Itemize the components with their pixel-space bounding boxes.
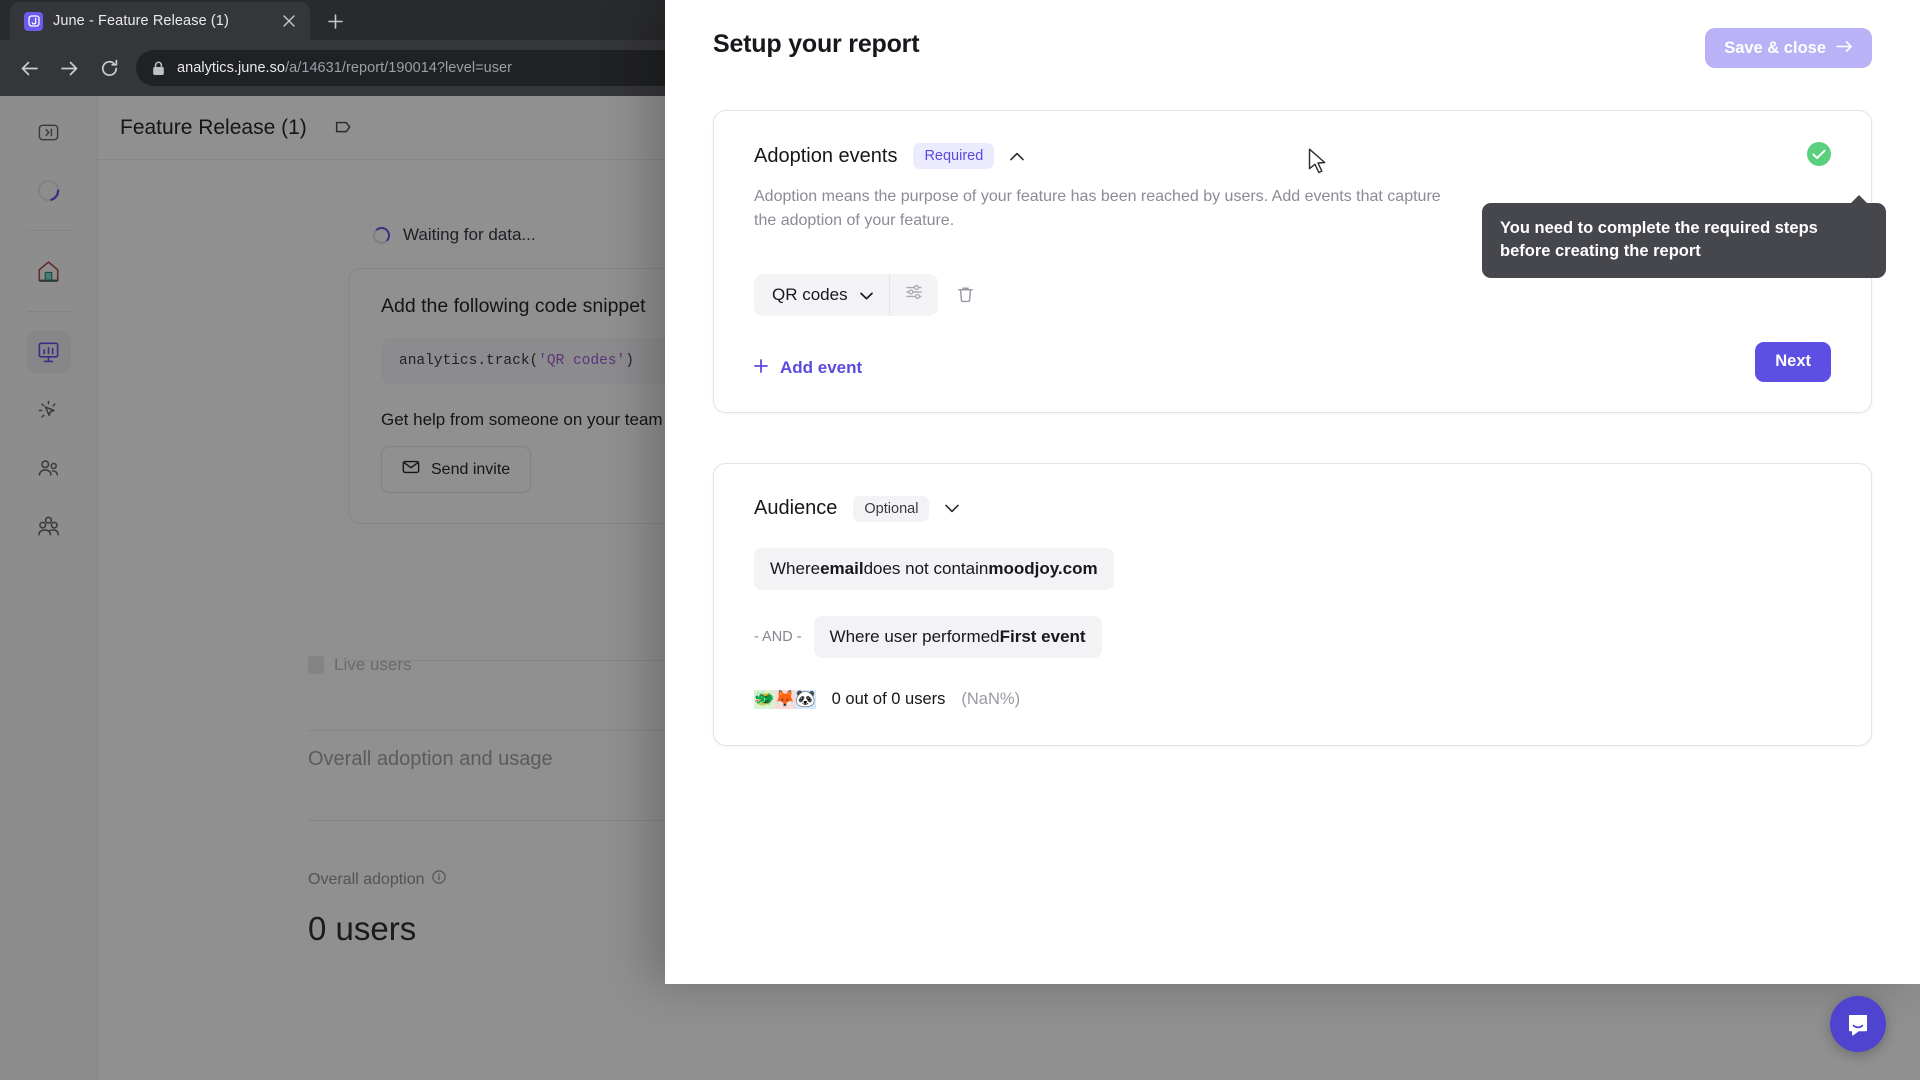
modal-header: Setup your report Save & close bbox=[665, 0, 1920, 68]
chevron-down-icon bbox=[859, 285, 873, 305]
filter-value: moodjoy.com bbox=[988, 558, 1098, 578]
audience-count-percent: (NaN%) bbox=[961, 689, 1021, 708]
audience-filter-row-2: - AND - Where user performed First event bbox=[754, 615, 1831, 658]
avatar-group: 🐲 🦊 🐼 bbox=[754, 689, 816, 709]
chevron-down-icon[interactable] bbox=[945, 504, 960, 513]
adoption-card-title: Adoption events bbox=[754, 144, 898, 167]
audience-card: Audience Optional Where email does not c… bbox=[713, 462, 1872, 746]
required-badge: Required bbox=[913, 143, 995, 169]
arrow-right-icon bbox=[1836, 39, 1853, 58]
filter-property: email bbox=[820, 558, 864, 578]
new-tab-icon[interactable] bbox=[318, 4, 352, 38]
june-logo-icon bbox=[24, 11, 43, 31]
event-row: QR codes bbox=[754, 273, 1831, 316]
chevron-up-icon[interactable] bbox=[1010, 152, 1025, 161]
check-circle-icon bbox=[1807, 142, 1831, 166]
audience-filter-chip[interactable]: Where email does not contain moodjoy.com bbox=[754, 547, 1114, 590]
back-arrow-icon[interactable] bbox=[10, 49, 48, 87]
browser-window: June - Feature Release (1) analytics.jun… bbox=[0, 0, 1920, 1080]
audience-count-text: 0 out of 0 users bbox=[831, 689, 946, 708]
close-icon[interactable] bbox=[278, 10, 300, 32]
save-close-tooltip: You need to complete the required steps … bbox=[1482, 195, 1886, 278]
url-path: /a/14631/report/190014?level=user bbox=[285, 60, 513, 76]
adoption-description: Adoption means the purpose of your featu… bbox=[754, 188, 1441, 230]
url-text: analytics.june.so/a/14631/report/190014?… bbox=[177, 60, 512, 76]
mouse-pointer bbox=[1308, 148, 1327, 180]
lock-icon bbox=[152, 61, 165, 76]
event-filter-button[interactable] bbox=[890, 274, 938, 316]
avatar: 🦊 bbox=[774, 689, 796, 709]
filter-prefix: Where user performed bbox=[829, 626, 1000, 646]
intercom-messenger-icon[interactable] bbox=[1830, 996, 1886, 1052]
event-name-dropdown[interactable]: QR codes bbox=[754, 274, 889, 316]
save-and-close-button[interactable]: Save & close bbox=[1705, 28, 1872, 68]
audience-count-row: 🐲 🦊 🐼 0 out of 0 users (NaN%) bbox=[754, 689, 1831, 709]
modal-title: Setup your report bbox=[713, 30, 920, 58]
delete-event-button[interactable] bbox=[956, 285, 975, 304]
event-name-label: QR codes bbox=[772, 284, 848, 304]
avatar: 🐼 bbox=[795, 689, 816, 709]
audience-card-title: Audience bbox=[754, 497, 838, 520]
audience-filter-row-1: Where email does not contain moodjoy.com bbox=[754, 547, 1831, 590]
filter-value: First event bbox=[999, 626, 1086, 646]
browser-tab[interactable]: June - Feature Release (1) bbox=[10, 2, 310, 40]
audience-filter-chip[interactable]: Where user performed First event bbox=[813, 615, 1102, 658]
save-and-close-label: Save & close bbox=[1724, 38, 1826, 57]
url-host: analytics.june.so bbox=[177, 60, 286, 76]
avatar: 🐲 bbox=[754, 689, 775, 709]
add-event-label: Add event bbox=[780, 357, 863, 377]
audience-card-header: Audience Optional bbox=[754, 495, 1831, 522]
adoption-card-header: Adoption events Required bbox=[754, 143, 1831, 169]
forward-arrow-icon[interactable] bbox=[50, 49, 88, 87]
filter-operator: does not contain bbox=[863, 558, 989, 578]
plus-icon bbox=[754, 358, 768, 378]
setup-report-modal: Setup your report Save & close Adoption … bbox=[665, 0, 1920, 984]
event-selector: QR codes bbox=[754, 273, 938, 316]
reload-icon[interactable] bbox=[90, 49, 128, 87]
sliders-icon bbox=[905, 283, 923, 306]
next-button[interactable]: Next bbox=[1755, 341, 1831, 382]
tab-title: June - Feature Release (1) bbox=[53, 13, 229, 29]
optional-badge: Optional bbox=[853, 495, 930, 522]
and-operator-label: - AND - bbox=[754, 628, 802, 645]
filter-prefix: Where bbox=[770, 558, 821, 578]
add-event-button[interactable]: Add event bbox=[754, 358, 862, 378]
